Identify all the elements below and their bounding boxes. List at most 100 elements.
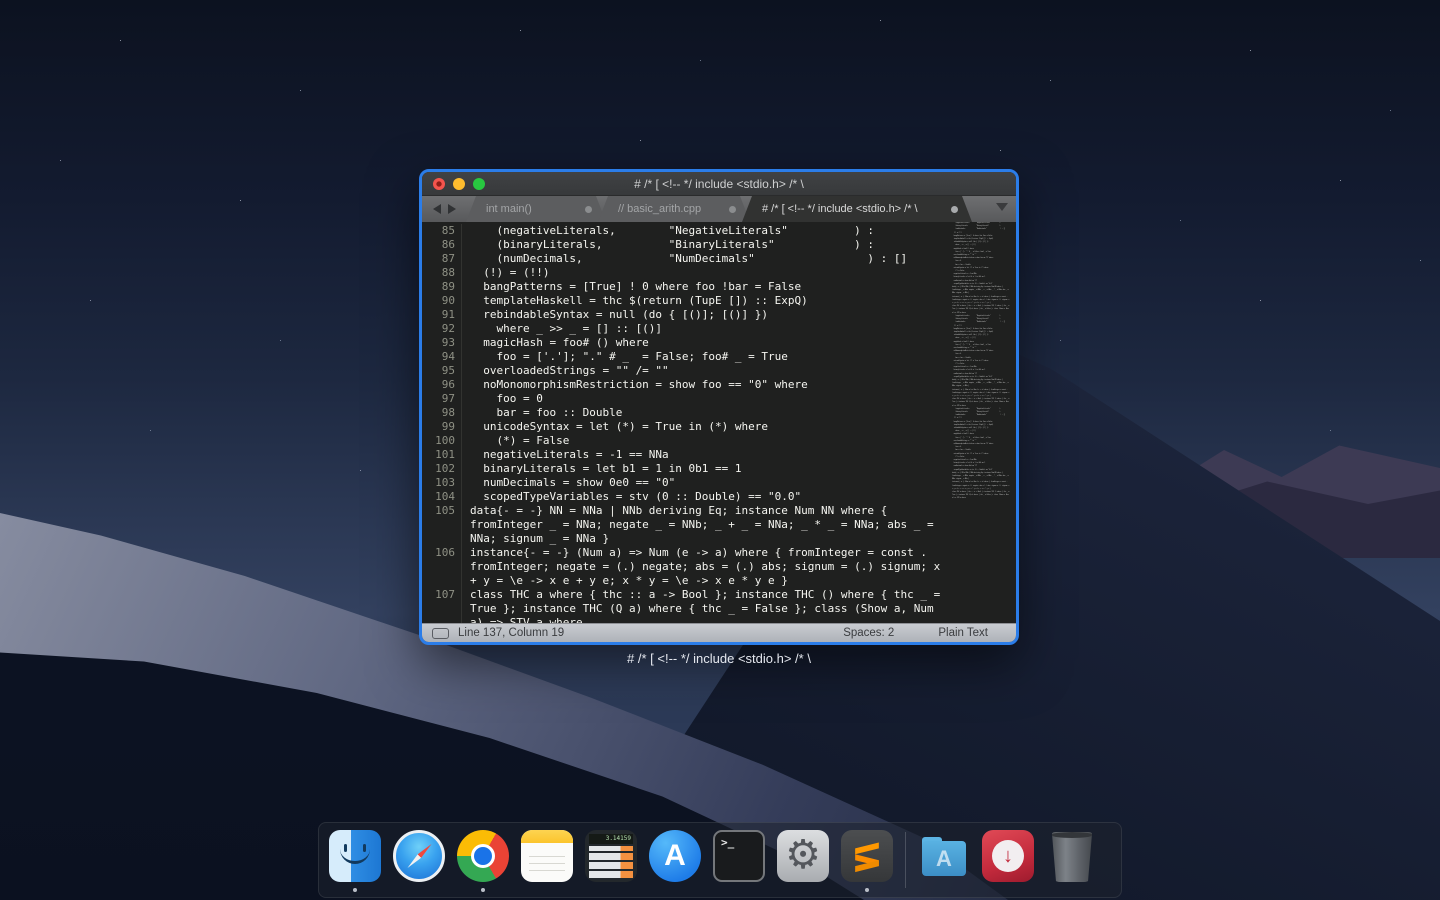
tab-basic-arith[interactable]: // basic_arith.cpp [598, 196, 750, 222]
tab-label: int main() [486, 203, 532, 215]
calculator-icon: 3.14159 [585, 830, 637, 882]
code-line: fromInteger _ = NNa; negate _ = NNb; _ +… [422, 518, 952, 532]
dock-item-system-preferences[interactable]: ⚙ [777, 830, 829, 890]
sublime-text-window: # /* [ <!-- */ include <stdio.h> /* \ in… [419, 169, 1019, 645]
line-text: scopedTypeVariables = stv (0 :: Double) … [462, 490, 801, 504]
line-number: 96 [422, 378, 462, 392]
dock-item-notes[interactable] [521, 830, 573, 890]
line-text: foo = ['.']; "." # _ = False; foo# _ = T… [462, 350, 788, 364]
code-line: 102 binaryLiterals = let b1 = 1 in 0b1 =… [422, 462, 952, 476]
code-line: 96 noMonomorphismRestriction = show foo … [422, 378, 952, 392]
dock-item-finder[interactable] [329, 830, 381, 890]
line-number: 102 [422, 462, 462, 476]
code-line: 99 unicodeSyntax = let (*) = True in (*)… [422, 420, 952, 434]
line-text: overloadedStrings = "" /= "" [462, 364, 669, 378]
dock-item-downloads[interactable]: ↓ [982, 830, 1034, 890]
forward-arrow-icon[interactable] [448, 204, 456, 214]
sublime-text-icon [841, 830, 893, 882]
code-line: 92 where _ >> _ = [] :: [()] [422, 322, 952, 336]
line-text: where _ >> _ = [] :: [()] [462, 322, 662, 336]
code-line: 106 instance{- = -} (Num a) => Num (e ->… [422, 546, 952, 560]
code-line: NNa; signum _ = NNa } [422, 532, 952, 546]
dock-item-app-store[interactable]: A [649, 830, 701, 890]
tab-close-dot-icon[interactable] [585, 206, 592, 213]
minimap-content: (negativeLiterals, "NegativeLiterals" ) … [952, 222, 1014, 501]
line-number: 94 [422, 350, 462, 364]
tab-overflow-button[interactable] [996, 196, 1008, 222]
notes-icon [521, 830, 573, 882]
running-indicator [865, 888, 869, 892]
zoom-button[interactable] [473, 178, 485, 190]
code-line: 103 numDecimals = show 0e0 == "0" [422, 476, 952, 490]
minimize-button[interactable] [453, 178, 465, 190]
chrome-icon [457, 830, 509, 882]
back-arrow-icon[interactable] [433, 204, 441, 214]
trash-icon [1051, 832, 1093, 882]
code-line: 89 bangPatterns = [True] ! 0 where foo !… [422, 280, 952, 294]
line-number [422, 560, 462, 574]
tab-int-main[interactable]: int main() [466, 196, 606, 222]
line-text: (negativeLiterals, "NegativeLiterals" ) … [462, 224, 874, 238]
line-text: bangPatterns = [True] ! 0 where foo !bar… [462, 280, 801, 294]
running-indicator [481, 888, 485, 892]
dock-item-trash[interactable] [1046, 830, 1098, 890]
dock-item-sublime-text[interactable] [841, 830, 893, 890]
downloads-icon: ↓ [982, 830, 1034, 882]
code-line: True }; instance THC (Q a) where { thc _… [422, 602, 952, 616]
stars [0, 0, 1, 1]
status-right: Spaces: 2 Plain Text [843, 627, 1016, 639]
panel-toggle-icon[interactable] [432, 628, 449, 639]
dock-item-terminal[interactable]: >_ [713, 830, 765, 890]
dock-item-applications-folder[interactable]: A [918, 830, 970, 890]
tab-close-dot-icon[interactable] [729, 206, 736, 213]
cursor-position: Line 137, Column 19 [458, 627, 564, 639]
line-number: 100 [422, 434, 462, 448]
line-text: binaryLiterals = let b1 = 1 in 0b1 == 1 [462, 462, 742, 476]
line-number: 88 [422, 266, 462, 280]
code-line: 93 magicHash = foo# () where [422, 336, 952, 350]
line-number: 89 [422, 280, 462, 294]
dock-item-chrome[interactable] [457, 830, 509, 890]
line-text: noMonomorphismRestriction = show foo == … [462, 378, 808, 392]
dock-separator [905, 832, 906, 888]
running-indicator [353, 888, 357, 892]
code-line: 107 class THC a where { thc :: a -> Bool… [422, 588, 952, 602]
applications-folder-icon: A [918, 830, 970, 882]
window-titlebar[interactable]: # /* [ <!-- */ include <stdio.h> /* \ [422, 172, 1016, 196]
code-line: 95 overloadedStrings = "" /= "" [422, 364, 952, 378]
terminal-icon: >_ [713, 830, 765, 882]
code-line: 85 (negativeLiterals, "NegativeLiterals"… [422, 224, 952, 238]
dock-item-calculator[interactable]: 3.14159 [585, 830, 637, 890]
tab-label: // basic_arith.cpp [618, 203, 701, 215]
minimap[interactable]: (negativeLiterals, "NegativeLiterals" ) … [952, 222, 1014, 508]
safari-icon [393, 830, 445, 882]
code-line: 87 (numDecimals, "NumDecimals" ) : [] [422, 252, 952, 266]
line-number: 104 [422, 490, 462, 504]
close-button[interactable] [433, 178, 445, 190]
line-text: numDecimals = show 0e0 == "0" [462, 476, 675, 490]
code-line: 105 data{- = -} NN = NNa | NNb deriving … [422, 504, 952, 518]
code-line: a) => STV a where [422, 616, 952, 623]
tab-include-stdio-active[interactable]: # /* [ <!-- */ include <stdio.h> /* \ [742, 196, 972, 222]
dock-item-safari[interactable] [393, 830, 445, 890]
code-editor[interactable]: 85 (negativeLiterals, "NegativeLiterals"… [422, 222, 1016, 623]
line-number [422, 602, 462, 616]
line-text: (numDecimals, "NumDecimals" ) : [] [462, 252, 907, 266]
code-line: 94 foo = ['.']; "." # _ = False; foo# _ … [422, 350, 952, 364]
line-number: 95 [422, 364, 462, 378]
code-line: 104 scopedTypeVariables = stv (0 :: Doub… [422, 490, 952, 504]
line-text: a) => STV a where [462, 616, 583, 623]
syntax-setting[interactable]: Plain Text [938, 627, 988, 639]
line-text: + y = \e -> x e + y e; x * y = \e -> x e… [462, 574, 788, 588]
tab-label: # /* [ <!-- */ include <stdio.h> /* \ [762, 203, 918, 215]
line-text: fromInteger; negate = (.) negate; abs = … [462, 560, 940, 574]
window-title: # /* [ <!-- */ include <stdio.h> /* \ [422, 177, 1016, 191]
line-number [422, 532, 462, 546]
indent-setting[interactable]: Spaces: 2 [843, 627, 894, 639]
line-number: 90 [422, 294, 462, 308]
tab-close-dot-icon[interactable] [951, 206, 958, 213]
line-number: 99 [422, 420, 462, 434]
line-number: 92 [422, 322, 462, 336]
code-area[interactable]: 85 (negativeLiterals, "NegativeLiterals"… [422, 222, 952, 623]
line-text: (*) = False [462, 434, 569, 448]
